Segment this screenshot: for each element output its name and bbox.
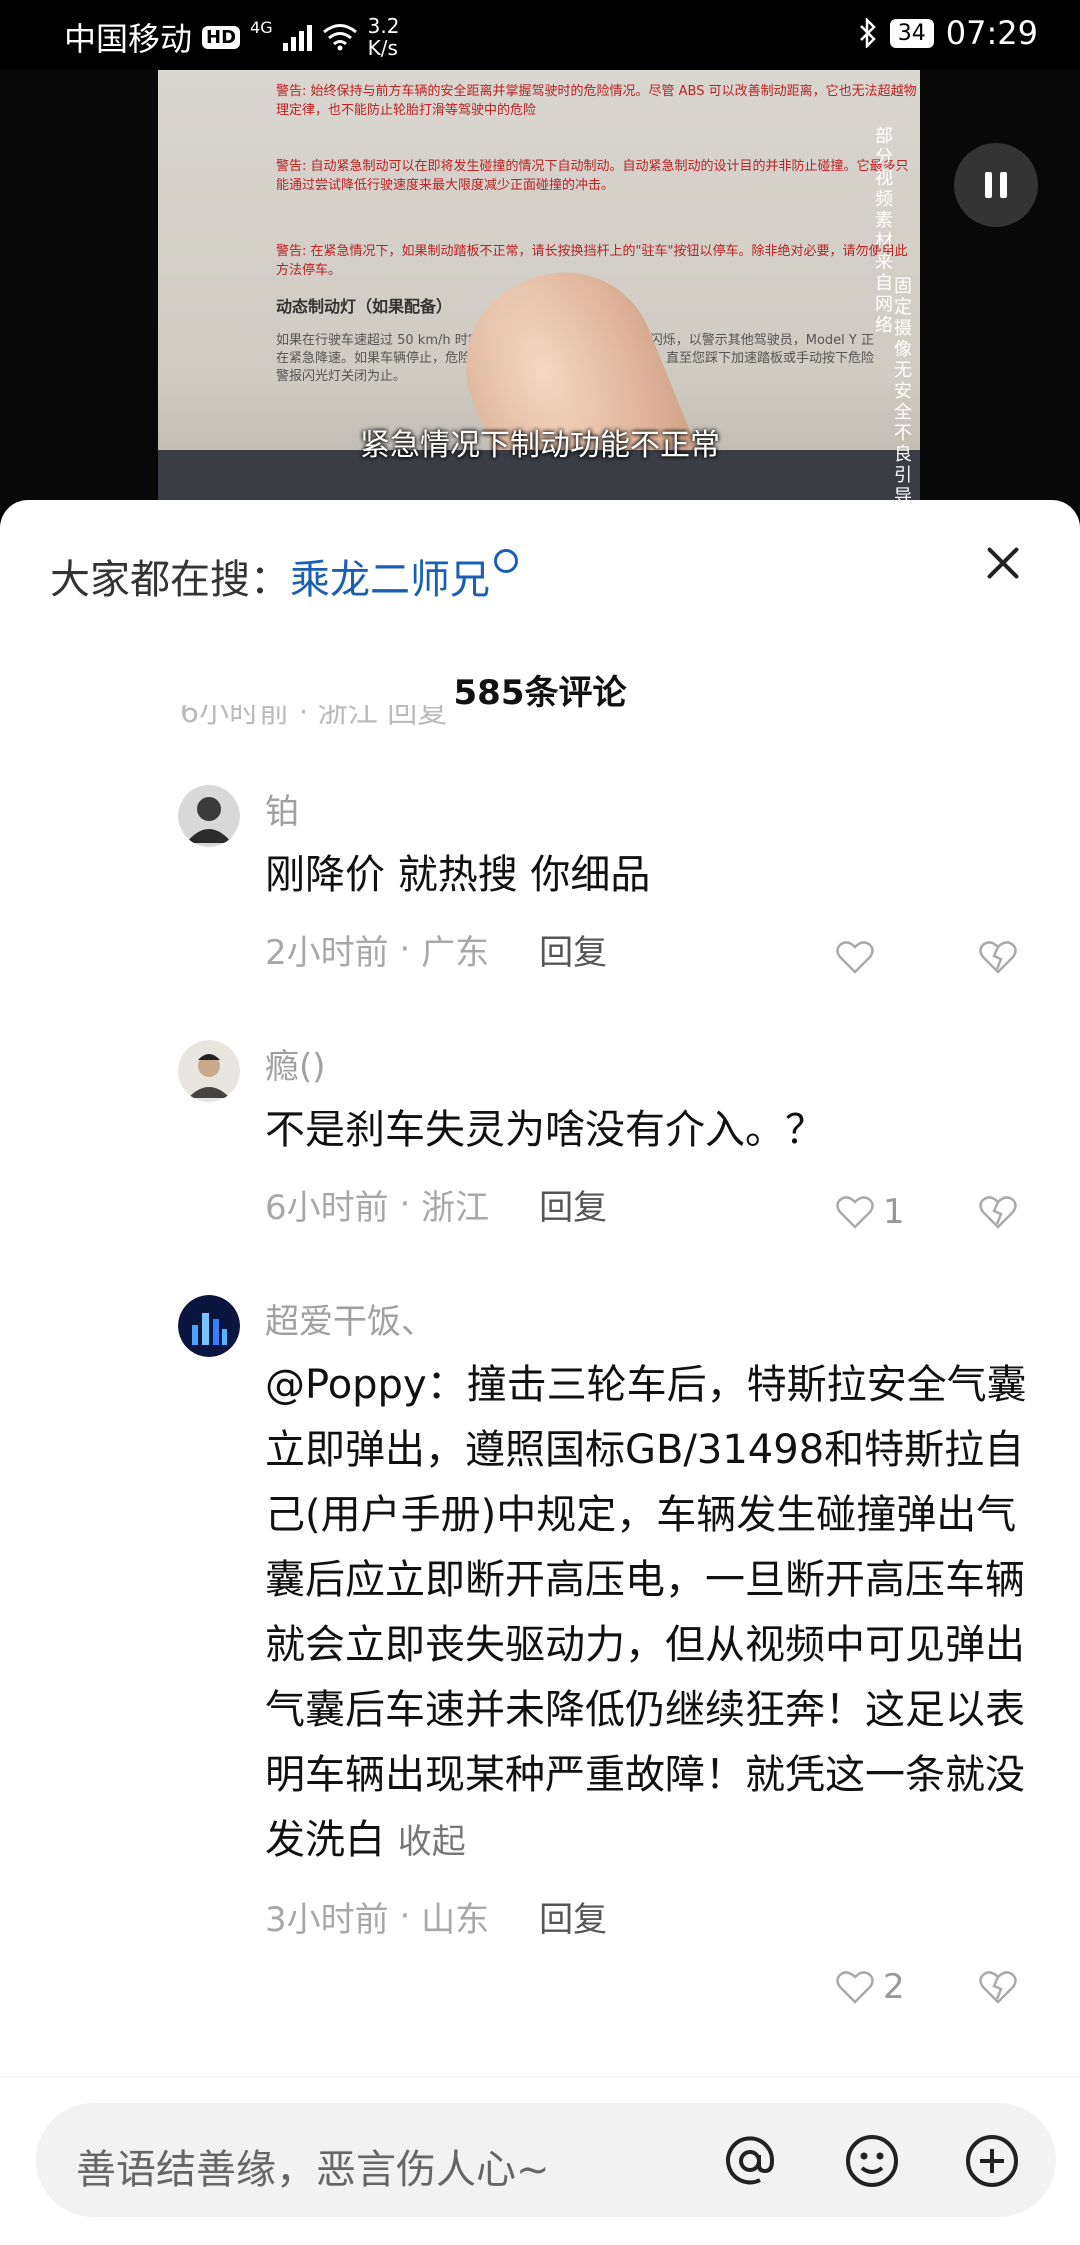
video-player[interactable]: 警告: 始终保持与前方车辆的安全距离并掌握驾驶时的危险情况。尽管 ABS 可以改…	[0, 70, 1080, 510]
comment-text: @Poppy：撞击三轮车后，特斯拉安全气囊立即弹出，遵照国标GB/31498和特…	[265, 1353, 1035, 1875]
video-note-left: 部分视频素材来自网络	[875, 126, 893, 336]
avatar[interactable]	[178, 1040, 240, 1102]
video-subtitle: 紧急情况下制动功能不正常	[360, 428, 720, 463]
heart-icon	[836, 941, 874, 974]
partial-comment-meta: 6小时前 · 浙江 回复	[180, 705, 1040, 735]
wifi-icon	[322, 24, 357, 51]
search-suggestion[interactable]: 大家都在搜：乘龙二师兄	[50, 547, 518, 605]
collapse-link[interactable]: 收起	[398, 1822, 466, 1862]
signal-icon	[282, 23, 312, 51]
like-button[interactable]: 2	[835, 1967, 905, 2007]
reply-button[interactable]: 回复	[539, 1180, 607, 1229]
reply-button[interactable]: 回复	[539, 1892, 607, 1941]
video-note-right: 固定摄像无安全不良引导拍摄	[894, 276, 912, 510]
status-right: 34 07:29	[858, 14, 1038, 52]
status-left: 中国移动 HD 4G 3.2 K/s	[64, 14, 399, 60]
comment-input-bar: 善语结善缘，恶言伤人心~	[0, 2076, 1080, 2245]
net-speed: 3.2 K/s	[368, 15, 400, 59]
carrier-name: 中国移动	[64, 20, 193, 58]
comment-list[interactable]: 6小时前 · 浙江 回复 铂 刚降价 就热搜 你细品 2小时前 · 广东 回复	[0, 705, 1080, 2075]
reply-button[interactable]: 回复	[539, 925, 607, 974]
comment-sheet: 大家都在搜：乘龙二师兄 585条评论 6小时前 · 浙江 回复 铂 刚降价 就热…	[0, 500, 1080, 2244]
broken-heart-icon[interactable]	[978, 937, 1018, 977]
emoji-icon[interactable]	[844, 2133, 900, 2189]
meta-separator: ·	[388, 1896, 422, 1936]
comment-time: 6小时前	[265, 1187, 389, 1228]
hd-badge: HD	[202, 25, 241, 49]
comment-text: 不是刹车失灵为啥没有介入。？	[265, 1107, 825, 1153]
search-hint-label: 大家都在搜：	[50, 557, 290, 603]
like-count: 1	[883, 1192, 905, 1232]
video-warning-2: 警告: 自动紧急制动可以在即将发生碰撞的情况下自动制动。自动紧急制动的设计目的并…	[276, 159, 909, 193]
search-term-link[interactable]: 乘龙二师兄	[290, 557, 490, 603]
partial-meta-text: 6小时前 · 浙江 回复	[180, 705, 448, 730]
battery-icon: 34	[889, 18, 934, 48]
comment-text-content: @Poppy：撞击三轮车后，特斯拉安全气囊立即弹出，遵照国标GB/31498和特…	[265, 1362, 1027, 1863]
meta-separator: ·	[388, 1184, 422, 1224]
comment-username[interactable]: 瘾()	[265, 1040, 1035, 1094]
video-warning-3: 警告: 在紧急情况下，如果制动踏板不正常，请长按换挡杆上的"驻车"按钮以停车。除…	[276, 244, 908, 278]
status-bar: 中国移动 HD 4G 3.2 K/s 34 07:29	[0, 0, 1080, 70]
heart-icon	[836, 1971, 874, 2004]
like-button[interactable]: 1	[835, 1192, 905, 1232]
comment-meta: 2小时前 · 广东 回复	[265, 914, 1035, 984]
close-button[interactable]	[980, 540, 1026, 586]
comment-location: 山东	[421, 1899, 490, 1940]
comment-username[interactable]: 铂	[265, 785, 1035, 839]
like-button[interactable]	[835, 937, 883, 977]
bluetooth-icon	[859, 18, 876, 48]
network-type: 4G	[250, 17, 273, 37]
broken-heart-icon[interactable]	[978, 1192, 1018, 1232]
comment-username[interactable]: 超爱干饭、	[265, 1295, 1035, 1349]
net-speed-unit: K/s	[367, 36, 398, 60]
broken-heart-icon[interactable]	[978, 1967, 1018, 2007]
comment-location: 广东	[421, 932, 490, 973]
search-icon	[494, 549, 518, 573]
comment-input[interactable]: 善语结善缘，恶言伤人心~	[36, 2103, 1056, 2217]
pause-button[interactable]	[954, 143, 1038, 227]
mention-icon[interactable]	[722, 2133, 778, 2189]
comment-text: 刚降价 就热搜 你细品	[265, 852, 651, 898]
comment-time: 3小时前	[265, 1899, 389, 1940]
meta-separator: ·	[388, 929, 422, 969]
comment-time: 2小时前	[265, 932, 389, 973]
comment-input-placeholder: 善语结善缘，恶言伤人心~	[76, 2147, 550, 2193]
heart-icon	[836, 1196, 874, 1229]
video-warning-1: 警告: 始终保持与前方车辆的安全距离并掌握驾驶时的危险情况。尽管 ABS 可以改…	[276, 84, 917, 118]
net-speed-value: 3.2	[367, 14, 400, 38]
add-icon[interactable]	[964, 2133, 1020, 2189]
comment-meta: 3小时前 · 山东 回复	[265, 1881, 1035, 1951]
clock: 07:29	[945, 14, 1038, 52]
avatar[interactable]	[178, 1295, 240, 1357]
avatar[interactable]	[178, 785, 240, 847]
comment-location: 浙江	[421, 1187, 490, 1228]
comment-meta: 6小时前 · 浙江 回复	[265, 1169, 1035, 1239]
like-count: 2	[883, 1967, 905, 2007]
